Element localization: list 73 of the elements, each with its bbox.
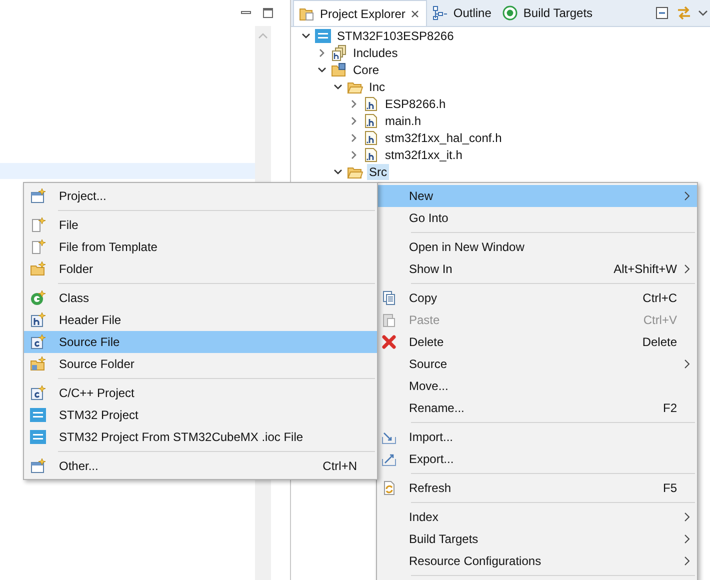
target-icon: [502, 5, 518, 21]
expander-icon[interactable]: [333, 166, 343, 176]
header-file-icon: [363, 130, 379, 146]
menu-item[interactable]: Delete Delete: [377, 331, 697, 353]
menu-item[interactable]: Other... Ctrl+N: [24, 455, 377, 477]
view-tab[interactable]: Outline: [427, 0, 498, 26]
menu-item[interactable]: Rename... F2: [377, 397, 697, 419]
new-c-project-icon: [30, 385, 46, 401]
new-project-icon: [30, 458, 46, 474]
tree-item[interactable]: STM32F103ESP8266: [335, 28, 456, 44]
menu-item[interactable]: Class: [24, 287, 377, 309]
menu-item[interactable]: Index: [377, 506, 697, 528]
expander-icon[interactable]: [333, 82, 343, 92]
new-project-icon: [30, 188, 46, 204]
tree-item[interactable]: ESP8266.h: [383, 96, 448, 112]
menu-item[interactable]: Copy Ctrl+C: [377, 287, 697, 309]
menu-item[interactable]: Folder: [24, 258, 377, 280]
tree-item[interactable]: Includes: [351, 44, 400, 60]
menu-item[interactable]: Show In Alt+Shift+W: [377, 258, 697, 280]
menu-item[interactable]: Project...: [24, 185, 377, 207]
new-header-file-icon: [30, 312, 46, 328]
menu-item[interactable]: Go Into: [377, 207, 697, 229]
includes-icon: [331, 44, 347, 60]
new-source-file-icon: [30, 334, 46, 350]
maximize-icon[interactable]: [262, 7, 274, 19]
menu-item[interactable]: Build Targets: [377, 528, 697, 550]
menu-item[interactable]: Import...: [377, 426, 697, 448]
tree-item[interactable]: Src: [367, 164, 389, 180]
menu-item[interactable]: Resource Configurations: [377, 550, 697, 572]
expander-icon[interactable]: [301, 30, 311, 40]
menu-item[interactable]: Source File: [24, 331, 377, 353]
tree-item[interactable]: stm32f1xx_hal_conf.h: [383, 130, 504, 146]
delete-icon: [381, 334, 397, 350]
header-file-icon: [363, 96, 379, 112]
expander-icon[interactable]: [317, 64, 327, 74]
menu-item[interactable]: File from Template: [24, 236, 377, 258]
new-file-icon: [30, 239, 46, 255]
menu-item[interactable]: Export...: [377, 448, 697, 470]
copy-icon: [381, 290, 397, 306]
menu-item[interactable]: Source: [377, 353, 697, 375]
outline-icon: [432, 5, 448, 21]
tree-item[interactable]: stm32f1xx_it.h: [383, 146, 464, 162]
menu-item[interactable]: New: [377, 185, 697, 207]
view-tab[interactable]: Build Targets: [497, 0, 599, 26]
new-file-icon: [30, 217, 46, 233]
menu-item[interactable]: Move...: [377, 375, 697, 397]
ide-badge-icon: [30, 407, 46, 423]
menu-item[interactable]: C/C++ Project: [24, 382, 377, 404]
project-explorer-icon: [299, 6, 315, 22]
mx-badge-icon: [30, 429, 46, 445]
tree-item[interactable]: Core: [351, 62, 382, 78]
paste-icon: [381, 312, 397, 328]
source-folder-icon: [331, 62, 347, 78]
tree-item[interactable]: main.h: [383, 112, 424, 128]
new-folder-icon: [30, 261, 46, 277]
header-file-icon: [363, 112, 379, 128]
menu-item[interactable]: STM32 Project: [24, 404, 377, 426]
menu-item[interactable]: File: [24, 214, 377, 236]
menu-item[interactable]: Open in New Window: [377, 236, 697, 258]
view-tab[interactable]: Project Explorer: [293, 0, 428, 26]
collapse-all-icon[interactable]: [654, 5, 670, 21]
close-icon[interactable]: [410, 8, 420, 18]
menu-item[interactable]: Header File: [24, 309, 377, 331]
menu-item[interactable]: Source Folder: [24, 353, 377, 375]
menu-item[interactable]: Refresh F5: [377, 477, 697, 499]
new-source-folder-icon: [30, 356, 46, 372]
new-class-icon: [30, 290, 46, 306]
refresh-icon: [381, 480, 397, 496]
view-menu-icon[interactable]: [698, 9, 708, 17]
menu-item[interactable]: STM32 Project From STM32CubeMX .ioc File: [24, 426, 377, 448]
ide-project-icon: [315, 28, 331, 44]
header-file-icon: [363, 146, 379, 162]
tree-item[interactable]: Inc: [367, 78, 388, 94]
